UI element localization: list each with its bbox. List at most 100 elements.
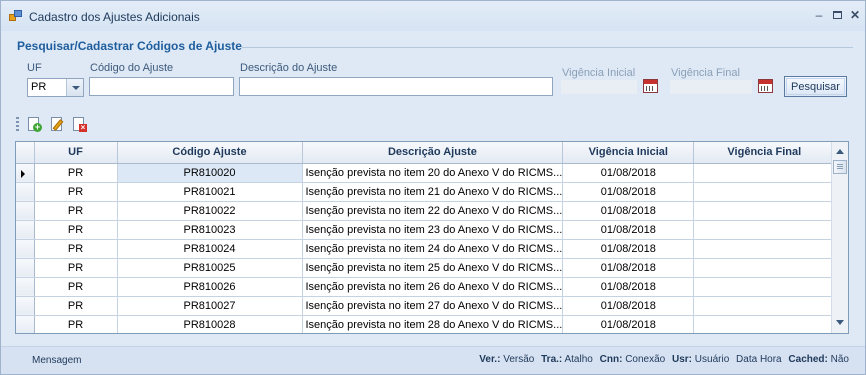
cell-uf[interactable]: PR [34, 296, 118, 316]
close-button[interactable]: ✕ [847, 9, 863, 23]
cell-codigo[interactable]: PR810025 [117, 258, 303, 278]
cell-uf[interactable]: PR [34, 315, 118, 333]
cell-vigencia-final[interactable] [693, 182, 836, 202]
pesquisar-button[interactable]: Pesquisar [784, 76, 847, 97]
column-header-vigencia-inicial[interactable]: Vigência Inicial [562, 142, 695, 164]
cell-vigencia-inicial[interactable]: 01/08/2018 [562, 258, 695, 278]
column-header-vigencia-final[interactable]: Vigência Final [693, 142, 836, 164]
table-row[interactable]: PR PR810022 Isenção prevista no item 22 … [16, 201, 836, 221]
group-divider [242, 47, 853, 48]
cell-uf[interactable]: PR [34, 277, 118, 297]
edit-document-icon[interactable] [50, 116, 66, 133]
cell-codigo[interactable]: PR810023 [117, 220, 303, 240]
table-row[interactable]: PR PR810027 Isenção prevista no item 27 … [16, 296, 836, 316]
cell-uf[interactable]: PR [34, 182, 118, 202]
chevron-down-icon[interactable] [66, 79, 83, 96]
cell-uf[interactable]: PR [34, 220, 118, 240]
cell-vigencia-inicial[interactable]: 01/08/2018 [562, 220, 695, 240]
row-header[interactable] [16, 201, 35, 221]
minimize-button[interactable]: – [811, 9, 827, 23]
cell-vigencia-final[interactable] [693, 201, 836, 221]
cell-codigo[interactable]: PR810027 [117, 296, 303, 316]
scroll-up-arrow-icon[interactable] [832, 144, 848, 160]
cell-vigencia-final[interactable] [693, 315, 836, 333]
cell-uf[interactable]: PR [34, 258, 118, 278]
delete-document-icon[interactable]: × [72, 116, 88, 133]
cell-uf[interactable]: PR [34, 201, 118, 221]
ajustes-table: UF Código Ajuste Descrição Ajuste Vigênc… [16, 142, 836, 333]
cell-codigo[interactable]: PR810020 [117, 163, 303, 183]
row-header[interactable] [16, 220, 35, 240]
cell-vigencia-final[interactable] [693, 258, 836, 278]
cell-codigo[interactable]: PR810026 [117, 277, 303, 297]
data-hora: Data Hora [736, 354, 782, 365]
table-row[interactable]: PR PR810024 Isenção prevista no item 24 … [16, 239, 836, 259]
cell-descricao[interactable]: Isenção prevista no item 20 do Anexo V d… [302, 163, 564, 183]
row-header[interactable] [16, 315, 35, 333]
cell-vigencia-inicial[interactable]: 01/08/2018 [562, 277, 695, 297]
table-row[interactable]: PR PR810026 Isenção prevista no item 26 … [16, 277, 836, 297]
cell-codigo[interactable]: PR810028 [117, 315, 303, 333]
table-row[interactable]: PR PR810020 Isenção prevista no item 20 … [16, 163, 836, 183]
scroll-thumb[interactable] [833, 160, 847, 174]
main-window: Cadastro dos Ajustes Adicionais – ✕ Pesq… [0, 0, 866, 375]
toolbar-grip[interactable] [16, 117, 19, 133]
cell-vigencia-final[interactable] [693, 220, 836, 240]
column-header-uf[interactable]: UF [34, 142, 118, 164]
cell-descricao[interactable]: Isenção prevista no item 24 do Anexo V d… [302, 239, 564, 259]
cell-vigencia-inicial[interactable]: 01/08/2018 [562, 315, 695, 333]
cell-descricao[interactable]: Isenção prevista no item 26 do Anexo V d… [302, 277, 564, 297]
cell-uf[interactable]: PR [34, 163, 118, 183]
table-row[interactable]: PR PR810025 Isenção prevista no item 25 … [16, 258, 836, 278]
cell-descricao[interactable]: Isenção prevista no item 21 do Anexo V d… [302, 182, 564, 202]
row-header[interactable] [16, 296, 35, 316]
maximize-button[interactable] [829, 9, 845, 23]
row-header[interactable] [16, 277, 35, 297]
cell-vigencia-final[interactable] [693, 239, 836, 259]
cell-uf[interactable]: PR [34, 239, 118, 259]
cell-descricao[interactable]: Isenção prevista no item 22 do Anexo V d… [302, 201, 564, 221]
cell-vigencia-final[interactable] [693, 163, 836, 183]
cell-vigencia-inicial[interactable]: 01/08/2018 [562, 163, 695, 183]
cell-descricao[interactable]: Isenção prevista no item 23 do Anexo V d… [302, 220, 564, 240]
cell-codigo[interactable]: PR810021 [117, 182, 303, 202]
vigencia-inicial-input[interactable] [561, 80, 637, 94]
status-info: Ver.: Versão Tra.: Atalho Cnn: Conexão U… [479, 354, 853, 365]
table-row[interactable]: PR PR810023 Isenção prevista no item 23 … [16, 220, 836, 240]
ajustes-grid[interactable]: UF Código Ajuste Descrição Ajuste Vigênc… [15, 141, 849, 334]
cell-codigo[interactable]: PR810024 [117, 239, 303, 259]
cell-vigencia-inicial[interactable]: 01/08/2018 [562, 182, 695, 202]
row-header[interactable] [16, 239, 35, 259]
calendar-icon[interactable] [643, 79, 658, 93]
vigencia-final-input[interactable] [670, 80, 752, 94]
cell-descricao[interactable]: Isenção prevista no item 28 do Anexo V d… [302, 315, 564, 333]
scroll-down-arrow-icon[interactable] [832, 315, 848, 331]
row-header[interactable] [16, 182, 35, 202]
cell-vigencia-final[interactable] [693, 296, 836, 316]
cell-vigencia-final[interactable] [693, 277, 836, 297]
column-header-descricao[interactable]: Descrição Ajuste [302, 142, 564, 164]
table-row[interactable]: PR PR810028 Isenção prevista no item 28 … [16, 315, 836, 333]
column-header-codigo[interactable]: Código Ajuste [117, 142, 303, 164]
title-bar[interactable]: Cadastro dos Ajustes Adicionais – ✕ [1, 1, 865, 31]
vertical-scrollbar[interactable] [831, 142, 848, 333]
row-header[interactable] [16, 258, 35, 278]
codigo-input[interactable] [89, 77, 234, 96]
cnn-value: Conexão [625, 354, 666, 365]
table-row[interactable]: PR PR810021 Isenção prevista no item 21 … [16, 182, 836, 202]
tra-value: Atalho [564, 354, 593, 365]
cell-vigencia-inicial[interactable]: 01/08/2018 [562, 296, 695, 316]
cell-descricao[interactable]: Isenção prevista no item 27 do Anexo V d… [302, 296, 564, 316]
calendar-icon[interactable] [758, 79, 773, 93]
row-header[interactable] [16, 163, 35, 183]
cell-vigencia-inicial[interactable]: 01/08/2018 [562, 239, 695, 259]
uf-select[interactable]: PR [27, 78, 84, 97]
cached-label: Cached: [788, 354, 828, 365]
cell-vigencia-inicial[interactable]: 01/08/2018 [562, 201, 695, 221]
vigencia-final-label: Vigência Final [671, 67, 740, 79]
cell-codigo[interactable]: PR810022 [117, 201, 303, 221]
descricao-input[interactable] [239, 77, 553, 96]
add-document-icon[interactable]: + [27, 116, 43, 133]
cell-descricao[interactable]: Isenção prevista no item 25 do Anexo V d… [302, 258, 564, 278]
usr-label: Usr: [672, 354, 693, 365]
